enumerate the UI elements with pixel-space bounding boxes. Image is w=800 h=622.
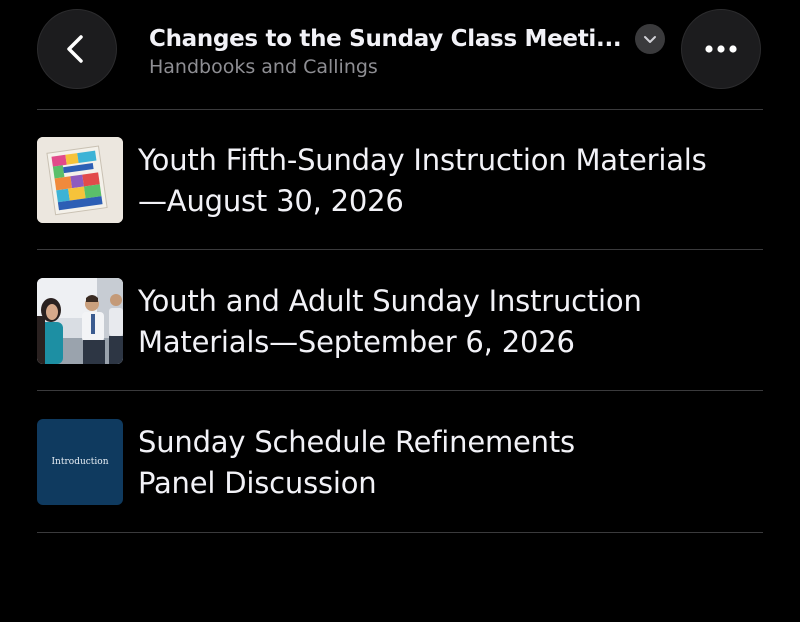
more-options-button[interactable] [681,9,761,89]
item-title-line: —August 30, 2026 [138,184,404,218]
page-subtitle: Handbooks and Callings [149,56,378,78]
introduction-slide-thumbnail: Introduction [37,419,123,505]
chevron-left-icon [67,35,83,63]
back-button[interactable] [37,9,117,89]
list-item[interactable]: Introduction Sunday Schedule Refinements… [37,392,763,532]
item-title-line: Sunday Schedule Refinements [138,425,575,459]
slide-title-text: Introduction [51,457,109,467]
item-title: Sunday Schedule Refinements Panel Discus… [138,422,748,504]
chevron-down-icon [644,36,657,43]
header: Changes to the Sunday Class Meeti... Han… [149,22,666,78]
divider [37,249,763,250]
title-row[interactable]: Changes to the Sunday Class Meeti... [149,22,666,56]
list-item[interactable]: Youth and Adult Sunday Instruction Mater… [37,251,763,391]
divider [37,532,763,533]
item-title-line: Youth and Adult Sunday Instruction [138,284,642,318]
title-dropdown-button[interactable] [635,24,666,54]
item-title-line: Panel Discussion [138,466,377,500]
item-title: Youth Fifth-Sunday Instruction Materials… [138,140,748,222]
page-title: Changes to the Sunday Class Meeti... [149,26,622,52]
list-item[interactable]: Youth Fifth-Sunday Instruction Materials… [37,110,763,250]
divider [37,390,763,391]
item-title-line: Materials—September 6, 2026 [138,325,575,359]
ellipsis-icon [705,45,737,53]
item-title: Youth and Adult Sunday Instruction Mater… [138,281,748,363]
booklet-cover-thumbnail [37,137,123,223]
item-title-line: Youth Fifth-Sunday Instruction Materials [138,143,707,177]
class-photo-thumbnail [37,278,123,364]
